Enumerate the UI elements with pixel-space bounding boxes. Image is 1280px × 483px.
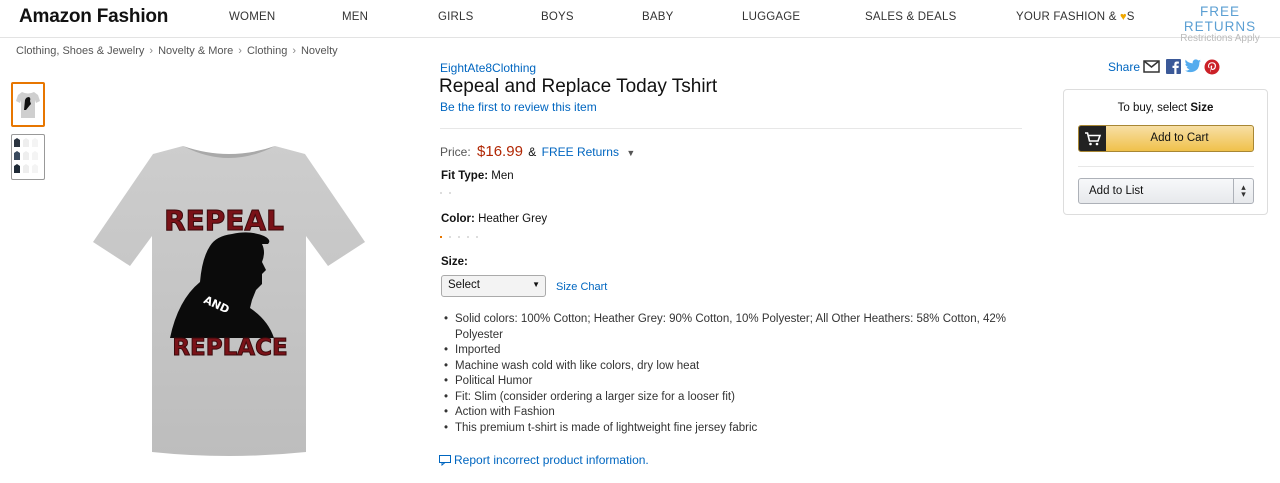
free-returns-link[interactable]: FREE Returns (542, 145, 619, 159)
breadcrumb-separator: › (292, 45, 296, 57)
feature-bullets: Solid colors: 100% Cotton; Heather Grey:… (444, 312, 1015, 437)
breadcrumb-separator: › (238, 45, 242, 57)
fit-type-label: Fit Type: (441, 170, 489, 182)
list-item: Fit: Slim (consider ordering a larger si… (444, 390, 1015, 406)
heart-icon: ♥ (1119, 11, 1127, 23)
breadcrumb-item[interactable]: Novelty & More (158, 45, 233, 57)
add-to-list-button[interactable]: Add to List ▴ ▾ (1078, 178, 1254, 204)
price-value: $16.99 (477, 143, 523, 160)
size-select-value: Select (448, 279, 480, 291)
comment-icon (439, 455, 451, 466)
add-to-cart-label: Add to Cart (1150, 132, 1209, 144)
chevron-down-icon[interactable]: ▼ (626, 148, 635, 158)
shirt-text-bottom: REPLACE (172, 335, 287, 361)
product-main-image[interactable]: REPEAL AND REPLACE (90, 140, 370, 460)
price-amp: & (528, 145, 537, 159)
free-returns-banner[interactable]: FREE RETURNS Restrictions Apply (1170, 4, 1270, 44)
divider (440, 128, 1022, 129)
fit-type-row: Fit Type: Men (441, 170, 514, 182)
nav-your-fashion[interactable]: YOUR FASHION & ♥S (1016, 11, 1135, 23)
nav-girls[interactable]: GIRLS (438, 11, 474, 23)
size-select[interactable]: Select ▼ (441, 275, 546, 297)
free-returns-title: FREE RETURNS (1183, 4, 1257, 34)
buy-box-hint: To buy, select Size (1064, 102, 1267, 114)
report-info-text: Report incorrect product information. (454, 453, 649, 467)
list-item: This premium t-shirt is made of lightwei… (444, 421, 1015, 437)
chevron-updown-icon[interactable]: ▴ ▾ (1233, 179, 1253, 203)
breadcrumb-item[interactable]: Novelty (301, 45, 338, 57)
breadcrumb-item[interactable]: Clothing, Shoes & Jewelry (16, 45, 144, 57)
product-title: Repeal and Replace Today Tshirt (439, 76, 718, 97)
list-item: Action with Fashion (444, 405, 1015, 421)
brand-byline-link[interactable]: EightAte8Clothing (440, 61, 536, 75)
top-nav-bar: Amazon Fashion WOMEN MEN GIRLS BOYS BABY… (0, 0, 1280, 44)
nav-your-fashion-prefix: YOUR FASHION & (1016, 11, 1117, 23)
size-row: Size: (441, 256, 468, 268)
nav-women[interactable]: WOMEN (229, 11, 275, 23)
twitter-icon[interactable] (1185, 59, 1201, 78)
tshirt-thumbnail-icon (16, 92, 40, 118)
color-swatches[interactable] (440, 236, 490, 240)
amazon-fashion-logo[interactable]: Amazon Fashion (19, 6, 168, 28)
pinterest-icon[interactable] (1204, 59, 1220, 80)
chevron-down-icon: ▼ (532, 280, 540, 289)
nav-your-fashion-suffix: S (1126, 11, 1135, 23)
buy-box-hint-prefix: To buy, select (1117, 102, 1188, 114)
color-label: Color: (441, 213, 475, 225)
thumbnail-color-options[interactable] (11, 134, 45, 180)
fit-type-value: Men (491, 170, 514, 182)
cart-icon (1079, 126, 1106, 151)
free-returns-subtitle: Restrictions Apply (1180, 33, 1260, 44)
list-item: Machine wash cold with like colors, dry … (444, 359, 1015, 375)
buy-box-hint-bold: Size (1190, 102, 1214, 114)
divider (1078, 166, 1254, 167)
price-row: Price: $16.99 & FREE Returns ▼ (440, 143, 635, 160)
shirt-text-top: REPEAL (164, 204, 284, 237)
fit-type-swatches[interactable] (440, 192, 460, 196)
add-to-list-label: Add to List (1089, 185, 1144, 197)
thumbnail-front[interactable] (11, 82, 45, 127)
nav-sales-deals[interactable]: SALES & DEALS (865, 11, 956, 23)
breadcrumb-item[interactable]: Clothing (247, 45, 287, 57)
breadcrumb: Clothing, Shoes & Jewelry › Novelty & More… (16, 45, 338, 57)
price-label: Price: (440, 145, 471, 159)
share-label: Share (1108, 60, 1141, 74)
facebook-icon[interactable] (1166, 59, 1181, 79)
breadcrumb-separator: › (149, 45, 154, 57)
size-chart-link[interactable]: Size Chart (556, 281, 607, 293)
nav-men[interactable]: MEN (342, 11, 368, 23)
email-icon[interactable] (1143, 59, 1160, 79)
add-to-cart-button[interactable]: Add to Cart (1078, 125, 1254, 152)
color-options-thumbnail-icon (14, 138, 38, 173)
nav-boys[interactable]: BOYS (541, 11, 574, 23)
nav-baby[interactable]: BABY (642, 11, 673, 23)
color-value: Heather Grey (478, 213, 548, 225)
size-label: Size: (441, 256, 468, 268)
report-info-link[interactable]: Report incorrect product information. (439, 453, 649, 467)
buy-box: To buy, select Size Add to Cart Add to L… (1063, 89, 1268, 215)
list-item: Solid colors: 100% Cotton; Heather Grey:… (444, 312, 1015, 343)
first-review-link[interactable]: Be the first to review this item (440, 100, 597, 114)
color-row: Color: Heather Grey (441, 213, 547, 225)
nav-luggage[interactable]: LUGGAGE (742, 11, 800, 23)
list-item: Political Humor (444, 374, 1015, 390)
list-item: Imported (444, 343, 1015, 359)
